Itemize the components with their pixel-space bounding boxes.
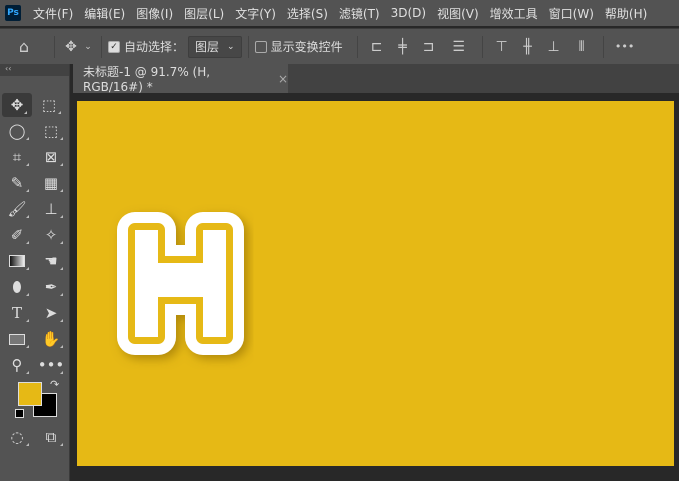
foreground-color-swatch[interactable] bbox=[18, 382, 42, 406]
close-icon[interactable]: × bbox=[278, 72, 288, 86]
menu-view[interactable]: 视图(V) bbox=[437, 5, 479, 22]
toolbar-grip[interactable] bbox=[0, 76, 69, 92]
rectangle-tool-icon[interactable] bbox=[0, 327, 34, 351]
move-tool-icon[interactable]: ✥ bbox=[61, 39, 81, 55]
auto-select-label: 自动选择： bbox=[124, 40, 185, 54]
divider bbox=[481, 35, 483, 58]
home-icon[interactable]: ⌂ bbox=[0, 37, 48, 56]
divider bbox=[356, 35, 358, 58]
document-tab-title: 未标题-1 @ 91.7% (H, RGB/16#) * bbox=[83, 65, 211, 94]
pen-tool-icon[interactable]: ✒ bbox=[34, 275, 68, 299]
menu-3d[interactable]: 3D(D) bbox=[391, 6, 426, 20]
align-bottom-icon[interactable]: ⊥ bbox=[541, 39, 567, 55]
layer-select-value: 图层 bbox=[195, 40, 220, 54]
eyedropper-tool-icon[interactable]: ✎ bbox=[0, 171, 34, 195]
quick-mask-icon[interactable]: ◌ bbox=[0, 425, 34, 449]
frame-tool-icon[interactable]: ⊠ bbox=[34, 145, 68, 169]
document-tab-bar: 未标题-1 @ 91.7% (H, RGB/16#) * × bbox=[73, 64, 679, 94]
document-canvas[interactable]: H bbox=[77, 101, 674, 466]
menu-plugins[interactable]: 增效工具 bbox=[490, 5, 538, 22]
history-brush-tool-icon[interactable]: ✐ bbox=[0, 223, 34, 247]
brush-tool-icon[interactable]: 🖌︎ bbox=[0, 197, 34, 221]
marquee-tool-icon[interactable]: ⬚ bbox=[32, 93, 66, 117]
chevron-down-icon[interactable]: ⌄ bbox=[81, 42, 95, 52]
collapse-icon[interactable]: ‹‹ bbox=[0, 64, 69, 76]
show-transform-label: 显示变换控件 bbox=[270, 40, 343, 54]
distribute-icon[interactable]: ☰ bbox=[442, 39, 476, 55]
options-bar: ⌂ ✥ ⌄ ✓ 自动选择： 图层 ⌄ 显示变换控件 ⊏ ╪ ⊐ ☰ ⊤ ╫ ⊥ ⫴… bbox=[0, 28, 679, 64]
screen-mode-icon[interactable]: ⧉ bbox=[34, 425, 68, 449]
more-options-icon[interactable]: ••• bbox=[610, 40, 640, 53]
more-tools-icon[interactable]: ••• bbox=[34, 353, 68, 377]
hand-tool-icon[interactable]: ✋ bbox=[34, 327, 68, 351]
menu-file[interactable]: 文件(F) bbox=[33, 5, 73, 22]
zoom-tool-icon[interactable]: ⚲ bbox=[0, 353, 34, 377]
swap-colors-icon[interactable]: ↷ bbox=[50, 378, 59, 391]
chevron-down-icon: ⌄ bbox=[227, 41, 235, 52]
align-left-icon[interactable]: ⊏ bbox=[364, 39, 390, 55]
menu-layer[interactable]: 图层(L) bbox=[184, 5, 224, 22]
menu-type[interactable]: 文字(Y) bbox=[235, 5, 276, 22]
menu-window[interactable]: 窗口(W) bbox=[549, 5, 594, 22]
smudge-tool-icon[interactable]: ☚ bbox=[34, 249, 68, 273]
sponge-tool-icon[interactable]: ⬮ bbox=[0, 275, 34, 299]
divider bbox=[602, 35, 604, 58]
divider bbox=[54, 35, 55, 58]
stamp-tool-icon[interactable]: ⊥ bbox=[34, 197, 68, 221]
align-vcenter-icon[interactable]: ╫ bbox=[515, 39, 541, 55]
eraser-tool-icon[interactable]: ✧ bbox=[34, 223, 68, 247]
default-colors-icon[interactable] bbox=[15, 409, 24, 418]
distribute-vertical-icon[interactable]: ⫴ bbox=[567, 39, 597, 55]
menu-filter[interactable]: 滤镜(T) bbox=[339, 5, 380, 22]
spot-heal-tool-icon[interactable]: ▦ bbox=[34, 171, 68, 195]
divider bbox=[101, 35, 102, 58]
lasso-tool-icon[interactable]: ◯ bbox=[0, 119, 34, 143]
menu-bar: Ps 文件(F) 编辑(E) 图像(I) 图层(L) 文字(Y) 选择(S) 滤… bbox=[0, 0, 679, 26]
menu-select[interactable]: 选择(S) bbox=[287, 5, 328, 22]
align-top-icon[interactable]: ⊤ bbox=[489, 39, 515, 55]
menu-help[interactable]: 帮助(H) bbox=[605, 5, 647, 22]
align-right-icon[interactable]: ⊐ bbox=[416, 39, 442, 55]
gradient-tool-icon[interactable] bbox=[0, 249, 34, 273]
auto-select-checkbox[interactable]: ✓ bbox=[108, 40, 120, 53]
type-tool-icon[interactable]: T bbox=[0, 301, 34, 325]
document-tab[interactable]: 未标题-1 @ 91.7% (H, RGB/16#) * × bbox=[73, 64, 288, 94]
crop-tool-icon[interactable]: ⌗ bbox=[0, 145, 34, 169]
path-select-tool-icon[interactable]: ➤ bbox=[34, 301, 68, 325]
move-tool-icon[interactable]: ✥ bbox=[2, 93, 32, 117]
h-letter-graphic: H bbox=[117, 212, 244, 355]
menu-edit[interactable]: 编辑(E) bbox=[84, 5, 125, 22]
toolbar: ‹‹ ✥ ⬚ ◯ ⬚ ⌗ ⊠ ✎ ▦ 🖌︎ ⊥ ✐ ✧ ☚ ⬮ ✒ T ➤ ✋ ⚲ ••• ↷ ◌… bbox=[0, 64, 70, 481]
photoshop-logo: Ps bbox=[5, 5, 21, 21]
align-hcenter-icon[interactable]: ╪ bbox=[390, 39, 416, 55]
show-transform-checkbox[interactable] bbox=[254, 40, 267, 53]
layer-select-dropdown[interactable]: 图层 ⌄ bbox=[188, 35, 242, 58]
object-select-tool-icon[interactable]: ⬚ bbox=[34, 119, 68, 143]
divider bbox=[247, 35, 249, 58]
color-swatches: ↷ bbox=[0, 378, 69, 424]
menu-image[interactable]: 图像(I) bbox=[136, 5, 173, 22]
